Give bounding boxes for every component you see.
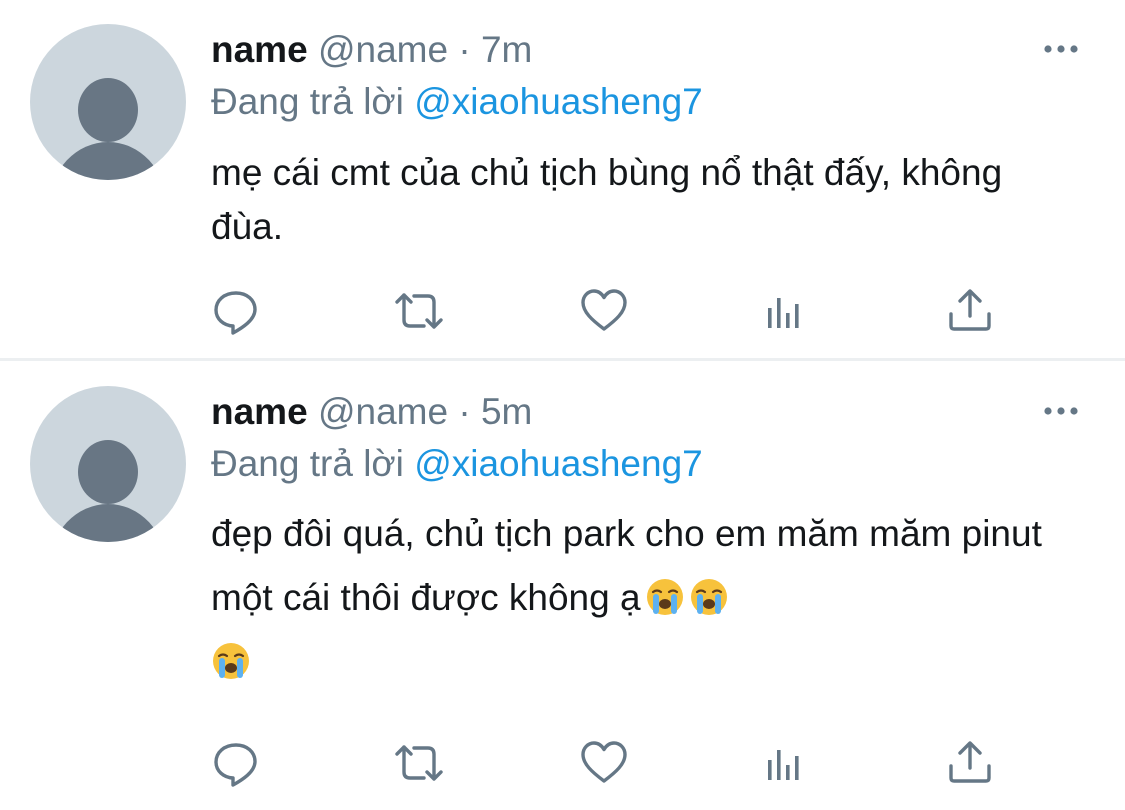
mention-link[interactable]: @xiaohuasheng7 (414, 81, 703, 122)
avatar[interactable] (30, 24, 186, 180)
mention-link[interactable]: @xiaohuasheng7 (414, 443, 703, 484)
user-handle[interactable]: @name (318, 391, 448, 432)
separator-dot: · (458, 391, 471, 432)
tweet-text: mẹ cái cmt của chủ tịch bùng nổ thật đấy… (211, 152, 1003, 247)
loudly-crying-face-icon (689, 573, 729, 615)
tweet-time[interactable]: 7m (481, 29, 532, 70)
analytics-icon[interactable] (763, 738, 813, 788)
more-icon[interactable] (1040, 34, 1084, 64)
tweet-1[interactable]: name @name · 7m Đang trả lời @xiaohuashe… (0, 0, 1125, 358)
heart-icon[interactable] (579, 286, 629, 336)
tweet-actions (211, 286, 1011, 336)
tweet-time[interactable]: 5m (481, 391, 532, 432)
separator-dot: · (458, 29, 471, 70)
more-icon[interactable] (1040, 396, 1084, 426)
replying-prefix: Đang trả lời (211, 443, 404, 484)
tweet-text: đẹp đôi quá, chủ tịch park cho em măm mă… (211, 502, 1071, 694)
tweet-divider (0, 358, 1125, 361)
analytics-icon[interactable] (763, 286, 813, 336)
share-icon[interactable] (945, 738, 995, 788)
loudly-crying-face-icon (211, 637, 251, 679)
heart-icon[interactable] (579, 738, 629, 788)
share-icon[interactable] (945, 286, 995, 336)
tweet-2[interactable]: name @name · 5m Đang trả lời @xiaohuashe… (0, 362, 1125, 810)
display-name[interactable]: name (211, 29, 308, 70)
user-handle[interactable]: @name (318, 29, 448, 70)
tweet-actions (211, 738, 1011, 788)
tweet-header: name @name · 7m (211, 28, 532, 72)
replying-prefix: Đang trả lời (211, 81, 404, 122)
tweet-header: name @name · 5m (211, 390, 532, 434)
reply-icon[interactable] (211, 738, 261, 788)
retweet-icon[interactable] (391, 738, 443, 788)
retweet-icon[interactable] (391, 286, 443, 336)
avatar[interactable] (30, 386, 186, 542)
reply-icon[interactable] (211, 286, 261, 336)
tweet-text-content: đẹp đôi quá, chủ tịch park cho em măm mă… (211, 513, 1042, 618)
loudly-crying-face-icon (645, 573, 685, 615)
replying-to: Đang trả lời @xiaohuasheng7 (211, 442, 703, 486)
replying-to: Đang trả lời @xiaohuasheng7 (211, 80, 703, 124)
display-name[interactable]: name (211, 391, 308, 432)
